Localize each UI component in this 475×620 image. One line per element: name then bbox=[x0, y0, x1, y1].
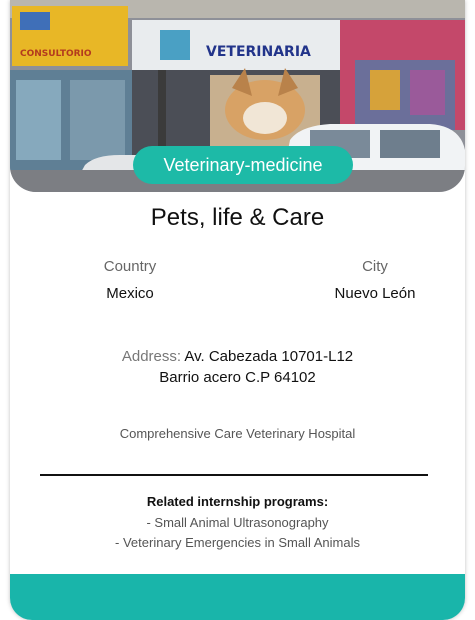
city-value: Nuevo León bbox=[334, 285, 416, 302]
city-label: City bbox=[362, 258, 388, 275]
address-line2: Barrio acero C.P 64102 bbox=[159, 369, 316, 386]
sign-left-text: CONSULTORIO bbox=[20, 49, 92, 59]
section-divider bbox=[40, 474, 428, 476]
address-line1: Av. Cabezada 10701-L12 bbox=[184, 348, 354, 365]
city-block: City Nuevo León bbox=[300, 258, 450, 302]
address-label: Address: bbox=[121, 348, 182, 365]
country-label: Country bbox=[103, 258, 157, 275]
card-footer-bar[interactable] bbox=[10, 574, 465, 620]
country-value: Mexico bbox=[106, 285, 154, 302]
program-item: - Veterinary Emergencies in Small Animal… bbox=[115, 535, 360, 550]
programs-heading: Related internship programs: bbox=[146, 494, 329, 509]
country-block: Country Mexico bbox=[70, 258, 190, 302]
sign-center-text: VETERINARIA bbox=[206, 44, 311, 60]
clinic-description: Comprehensive Care Veterinary Hospital bbox=[119, 426, 356, 441]
clinic-title: Pets, life & Care bbox=[150, 204, 325, 231]
address-block: Address: Av. Cabezada 10701-L12 Barrio a… bbox=[10, 346, 465, 388]
category-badge: Veterinary-medicine bbox=[133, 146, 353, 184]
clinic-card[interactable]: CONSULTORIO VETERINARIA Veterinary-medic… bbox=[10, 0, 465, 620]
programs-section: Related internship programs: - Small Ani… bbox=[10, 494, 465, 553]
program-item: - Small Animal Ultrasonography bbox=[146, 515, 329, 530]
